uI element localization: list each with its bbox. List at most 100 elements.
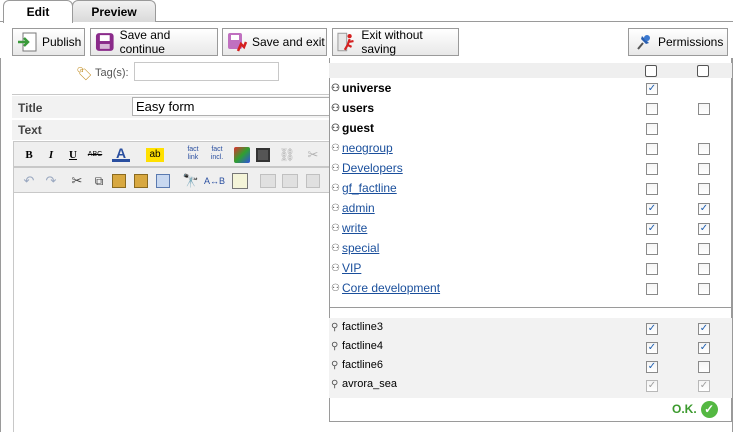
copy-icon[interactable]: ⧉: [90, 172, 108, 190]
group-label: universe: [342, 81, 392, 95]
group-link[interactable]: VIP: [342, 261, 361, 275]
table-col-icon[interactable]: [306, 174, 320, 188]
write-permission-icon: [697, 65, 709, 77]
group-row: ⚇ Developers: [331, 159, 731, 179]
group-icon: ⚇: [331, 262, 340, 274]
title-input[interactable]: [132, 97, 352, 116]
write-checkbox[interactable]: [698, 103, 710, 115]
read-checkbox[interactable]: ✓: [646, 323, 658, 335]
save-icon[interactable]: [256, 148, 270, 162]
write-checkbox[interactable]: [698, 361, 710, 373]
write-checkbox[interactable]: [698, 163, 710, 175]
fact-include-button[interactable]: fact incl.: [206, 146, 228, 164]
group-link[interactable]: write: [342, 221, 367, 235]
table-icon[interactable]: [260, 174, 276, 188]
bold-button[interactable]: B: [20, 146, 38, 164]
editor-toolbar-row1: B I U ABC A ab fact link fact incl. ⛓ ✂: [13, 141, 333, 167]
table-row-icon[interactable]: [282, 174, 298, 188]
write-checkbox[interactable]: [698, 283, 710, 295]
write-checkbox[interactable]: [698, 183, 710, 195]
read-checkbox[interactable]: ✓: [646, 223, 658, 235]
group-name: ⚇ Core development: [331, 281, 440, 295]
group-link[interactable]: admin: [342, 201, 375, 215]
group-row: ⚇ universe ✓: [331, 79, 731, 99]
group-icon: ⚇: [331, 282, 340, 294]
tags-input[interactable]: [134, 62, 279, 81]
write-checkbox[interactable]: [698, 263, 710, 275]
read-checkbox[interactable]: ✓: [646, 361, 658, 373]
write-checkbox[interactable]: ✓: [698, 203, 710, 215]
group-link[interactable]: Core development: [342, 281, 440, 295]
group-name: ⚇ gf_factline: [331, 181, 397, 195]
undo-icon[interactable]: ↶: [20, 172, 38, 190]
write-checkbox[interactable]: [698, 243, 710, 255]
fact-link-button[interactable]: fact link: [182, 146, 204, 164]
pin-icon: [637, 35, 650, 50]
paste-icon[interactable]: [112, 174, 126, 188]
group-row: ⚇ VIP: [331, 259, 731, 279]
read-checkbox[interactable]: [646, 103, 658, 115]
replace-icon[interactable]: A↔B: [204, 172, 225, 190]
group-name: ⚇ universe: [331, 81, 391, 95]
save-exit-button[interactable]: Save and exit: [222, 28, 327, 56]
exit-without-saving-button[interactable]: Exit without saving: [332, 28, 459, 56]
save-exit-label: Save and exit: [252, 35, 325, 49]
edit-icon[interactable]: [232, 173, 248, 189]
publish-button[interactable]: Publish: [12, 28, 85, 56]
group-link[interactable]: neogroup: [342, 141, 393, 155]
link-icon[interactable]: ⛓: [278, 146, 296, 164]
read-checkbox[interactable]: [646, 183, 658, 195]
group-name: ⚇ admin: [331, 201, 375, 215]
write-checkbox[interactable]: [698, 143, 710, 155]
group-link[interactable]: gf_factline: [342, 181, 397, 195]
write-checkbox[interactable]: ✓: [698, 323, 710, 335]
group-icon: ⚇: [331, 122, 340, 134]
image-icon[interactable]: [234, 147, 250, 163]
read-checkbox[interactable]: [646, 263, 658, 275]
paste-text-icon[interactable]: [134, 174, 148, 188]
read-checkbox[interactable]: [646, 163, 658, 175]
write-checkbox[interactable]: ✓: [698, 223, 710, 235]
save-exit-icon: [228, 33, 248, 52]
write-checkbox[interactable]: ✓: [698, 342, 710, 354]
read-checkbox[interactable]: [646, 123, 658, 135]
read-checkbox[interactable]: ✓: [646, 203, 658, 215]
group-name: ⚇ Developers: [331, 161, 403, 175]
paste-word-icon[interactable]: [156, 174, 170, 188]
strikethrough-button[interactable]: ABC: [86, 146, 104, 164]
text-editor-area[interactable]: [13, 193, 331, 432]
write-checkbox: ✓: [698, 380, 710, 392]
read-checkbox[interactable]: ✓: [646, 83, 658, 95]
read-permission-icon: [645, 65, 657, 77]
group-link[interactable]: special: [342, 241, 379, 255]
group-row: ⚇ users: [331, 99, 731, 119]
read-checkbox[interactable]: ✓: [646, 342, 658, 354]
italic-button[interactable]: I: [42, 146, 60, 164]
group-row: ⚇ special: [331, 239, 731, 259]
user-label: factline3: [342, 321, 383, 333]
save-continue-button[interactable]: Save and continue: [90, 28, 218, 56]
read-checkbox[interactable]: [646, 243, 658, 255]
permissions-label: Permissions: [658, 35, 724, 49]
title-label: Title: [18, 101, 43, 115]
group-icon: ⚇: [331, 102, 340, 114]
tags-label: Tag(s):: [95, 67, 129, 79]
user-label: avrora_sea: [342, 378, 398, 390]
find-icon[interactable]: 🔭: [182, 172, 200, 190]
read-checkbox[interactable]: [646, 283, 658, 295]
group-row: ⚇ admin ✓ ✓: [331, 199, 731, 219]
cut-icon[interactable]: ✂: [68, 172, 86, 190]
unlink-icon[interactable]: ✂: [304, 146, 322, 164]
redo-icon[interactable]: ↷: [42, 172, 60, 190]
group-link[interactable]: Developers: [342, 161, 403, 175]
tab-edit[interactable]: Edit: [3, 0, 73, 23]
user-label: factline4: [342, 340, 383, 352]
tab-preview[interactable]: Preview: [72, 0, 156, 22]
font-color-button[interactable]: A: [112, 146, 130, 162]
highlight-button[interactable]: ab: [146, 148, 164, 162]
underline-button[interactable]: U: [64, 146, 82, 164]
ok-button[interactable]: O.K. ✓: [672, 400, 718, 418]
permissions-button[interactable]: Permissions: [628, 28, 728, 56]
group-row: ⚇ guest: [331, 119, 731, 139]
read-checkbox[interactable]: [646, 143, 658, 155]
